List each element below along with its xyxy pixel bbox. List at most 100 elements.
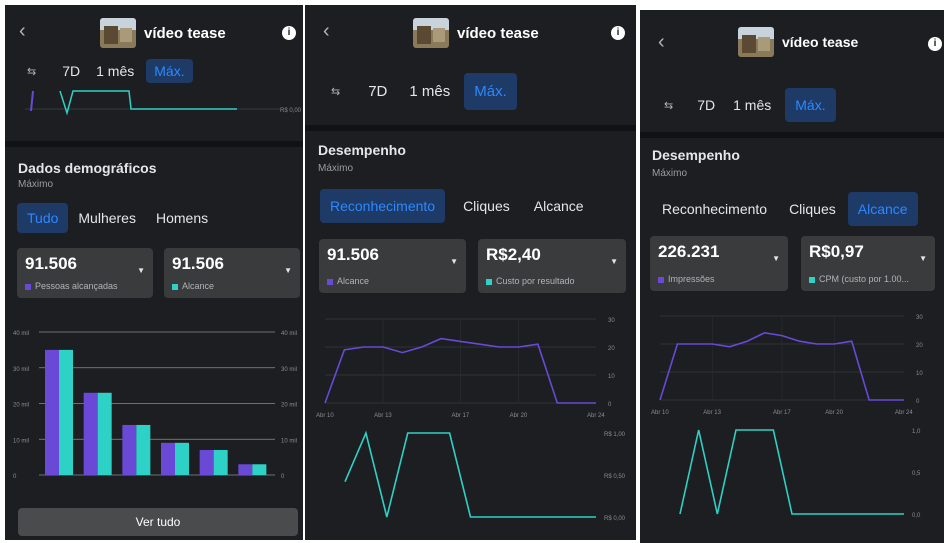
demographics-bar-chart: 0 0 10 mil 10 mil 20 mil 20 mil 30 mil 30 mil 40…	[13, 331, 297, 480]
filter-icon[interactable]: ⇆	[27, 65, 36, 78]
metric-card-alcance[interactable]: 91.506 Alcance ▼	[319, 239, 466, 293]
date-range-selector: ⇆ 7D 1 mês Máx.	[664, 88, 836, 122]
segment-alcance[interactable]: Alcance	[847, 192, 918, 226]
range-7d[interactable]: 7D	[360, 79, 395, 104]
y-tick-label: 0,0	[912, 513, 921, 519]
range-7d[interactable]: 7D	[54, 59, 88, 83]
x-tick-label: Abr 20	[510, 413, 528, 419]
y-tick-label: 0,5	[912, 471, 921, 477]
x-tick-label: Abr 24	[895, 410, 913, 416]
range-max[interactable]: Máx.	[464, 73, 517, 110]
section-divider	[305, 125, 636, 131]
x-tick-label: Abr 17	[452, 413, 470, 419]
range-1-mes[interactable]: 1 mês	[88, 59, 142, 83]
bar-pessoas-alcancadas	[122, 424, 137, 475]
metric-card-pessoas-alcancadas[interactable]: 91.506 Pessoas alcançadas ▼	[17, 248, 153, 298]
top-bar: ‹ vídeo tease i	[305, 5, 636, 61]
y-tick-label: 10	[916, 371, 923, 377]
metric-value: 91.506	[327, 245, 379, 264]
y-tick-label: 0	[916, 399, 920, 405]
video-title-text: vídeo tease	[457, 24, 539, 42]
section-divider	[640, 132, 944, 138]
performance-title: Desempenho	[652, 147, 740, 163]
y-tick-label-left: 10 mil	[13, 438, 29, 444]
filter-icon[interactable]: ⇆	[664, 99, 673, 112]
y-tick-label: R$ 0,00	[604, 516, 626, 522]
metric-label: Alcance	[327, 276, 369, 286]
bar-alcance	[175, 442, 189, 475]
metric-label: Pessoas alcançadas	[25, 281, 118, 291]
y-tick-label: 30	[916, 315, 923, 321]
metric-label: CPM (custo por 1.00...	[809, 274, 929, 284]
range-max[interactable]: Máx.	[146, 59, 193, 83]
demographics-subtitle: Máximo	[18, 179, 54, 190]
bar-pessoas-alcancadas	[199, 449, 214, 475]
segment-homens[interactable]: Homens	[146, 203, 218, 233]
metric-label: Impressões	[658, 274, 715, 284]
segment-tudo[interactable]: Tudo	[17, 203, 69, 233]
segment-reconhecimento[interactable]: Reconhecimento	[652, 194, 777, 224]
segment-cliques[interactable]: Cliques	[453, 191, 520, 221]
info-icon[interactable]: i	[611, 26, 625, 40]
caret-down-icon: ▼	[610, 257, 618, 266]
top-bar: ‹ vídeo tease i	[5, 5, 303, 61]
segment-mulheres[interactable]: Mulheres	[68, 203, 146, 233]
chevron-left-icon[interactable]: ‹	[323, 21, 330, 41]
y-tick-label: 20	[608, 346, 615, 352]
x-tick-label: Abr 17	[773, 410, 791, 416]
demographics-title: Dados demográficos	[18, 160, 157, 176]
range-max[interactable]: Máx.	[785, 88, 836, 122]
range-7d[interactable]: 7D	[689, 93, 723, 117]
performance-segments: Reconhecimento Cliques Alcance	[652, 192, 918, 226]
y-tick-label-left: 0	[13, 474, 17, 480]
panel-demographics: ‹ vídeo tease i ⇆ 7D 1 mês Máx. R$ 0,00 …	[5, 5, 303, 540]
y-tick-label-left: 20 mil	[13, 403, 29, 409]
metric-label: Alcance	[172, 281, 214, 291]
x-tick-label: Abr 13	[374, 413, 392, 419]
bar-pessoas-alcancadas	[83, 392, 98, 475]
y-tick-label: 30	[608, 318, 615, 324]
performance-segments: Reconhecimento Cliques Alcance	[320, 189, 594, 223]
video-title: vídeo tease	[738, 27, 858, 57]
video-thumbnail	[100, 18, 136, 48]
segment-cliques[interactable]: Cliques	[779, 194, 846, 224]
performance-line-charts: 0 10 20 30 Abr 10 Abr 13 Abr 17 Abr 20 Abr 24 R$ …	[316, 318, 626, 522]
x-tick-label: Abr 13	[703, 410, 721, 416]
legend-swatch-purple	[25, 283, 31, 290]
y-tick-label: 0	[608, 402, 612, 408]
x-tick-label: Abr 20	[825, 410, 843, 416]
metric-card-cpm[interactable]: R$0,97 CPM (custo por 1.00... ▼	[801, 236, 935, 291]
bar-pessoas-alcancadas	[238, 464, 253, 475]
y-tick-label-right: 30 mil	[281, 367, 297, 373]
y-tick-label-right: 20 mil	[281, 403, 297, 409]
metric-card-custo-por-resultado[interactable]: R$2,40 Custo por resultado ▼	[478, 239, 626, 293]
filter-icon[interactable]: ⇆	[331, 85, 340, 98]
series-line-teal	[679, 429, 904, 515]
segment-reconhecimento[interactable]: Reconhecimento	[320, 189, 446, 223]
y-tick-label-right: 40 mil	[281, 331, 297, 337]
y-tick-label: 20	[916, 343, 923, 349]
bar-alcance	[136, 424, 151, 475]
segment-alcance[interactable]: Alcance	[524, 191, 594, 221]
info-icon[interactable]: i	[282, 26, 296, 40]
legend-swatch-purple	[658, 276, 664, 283]
series-line-teal	[344, 430, 596, 518]
y-tick-label: 10	[608, 374, 615, 380]
chevron-left-icon[interactable]: ‹	[19, 21, 26, 41]
panel-performance-reconhecimento: ‹ vídeo tease i ⇆ 7D 1 mês Máx. Desempen…	[305, 5, 636, 540]
top-bar: ‹ vídeo tease i	[640, 10, 944, 72]
video-title-text: vídeo tease	[144, 24, 226, 42]
date-range-selector: ⇆ 7D 1 mês Máx.	[331, 73, 517, 110]
chevron-left-icon[interactable]: ‹	[658, 32, 665, 52]
metric-card-alcance[interactable]: 91.506 Alcance ▼	[164, 248, 300, 298]
section-divider	[5, 141, 303, 147]
metric-label: Custo por resultado	[486, 276, 575, 286]
video-title: vídeo tease	[413, 18, 539, 48]
range-1-mes[interactable]: 1 mês	[725, 93, 779, 117]
ver-tudo-button[interactable]: Ver tudo	[18, 508, 298, 536]
metric-value: R$0,97	[809, 242, 864, 261]
info-icon[interactable]: i	[928, 37, 942, 51]
legend-swatch-teal	[809, 276, 815, 283]
metric-card-impressoes[interactable]: 226.231 Impressões ▼	[650, 236, 788, 291]
range-1-mes[interactable]: 1 mês	[401, 79, 458, 104]
